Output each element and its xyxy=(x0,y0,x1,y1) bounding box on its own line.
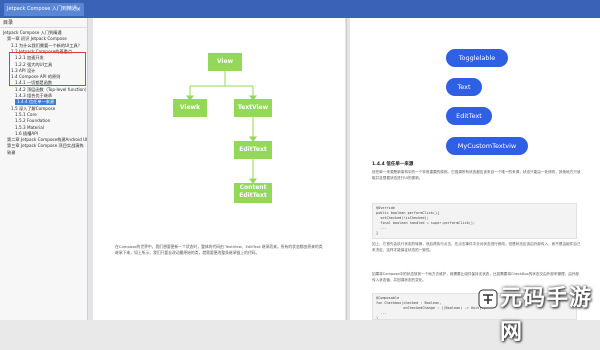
outline-item[interactable]: 1.5 深入了解Compose xyxy=(11,106,55,112)
tab-bar: Jetpack Compose 入门到精通 × xyxy=(0,0,600,18)
outline-item[interactable]: 第二章 Jetpack Compose构建Android UI xyxy=(7,137,87,143)
close-icon[interactable]: × xyxy=(76,3,81,16)
diagram-node-textview: TextView xyxy=(234,99,272,117)
outline-sidebar: 目录 Jetpack Compose 入门到精通 第一章 初识 Jetpack C… xyxy=(0,18,88,320)
outline-item[interactable]: 1.5.1 Core xyxy=(15,112,37,118)
left-paragraph: 在Compose的世界中，我们想要更新一个状态时，整体的代码由 TextView… xyxy=(115,244,323,255)
diagram-node-content-edittext: Content EditText xyxy=(234,183,272,203)
outline-header: 目录 xyxy=(0,18,87,28)
document-tab[interactable]: Jetpack Compose 入门到精通 × xyxy=(4,3,84,16)
tab-title: Jetpack Compose 入门到精通 xyxy=(7,6,77,12)
watermark-text: 元码手游网 xyxy=(500,286,593,345)
diagram-node-edittext: EditText xyxy=(234,141,272,159)
reader-window: Jetpack Compose 入门到精通 × 目录 Jetpack Compo… xyxy=(0,0,600,345)
outline-item[interactable]: 1.5.3 Material xyxy=(15,125,44,131)
outline-item[interactable]: 致谢 xyxy=(7,150,15,156)
pill-mycustomtextview: MyCustomTextviw xyxy=(446,137,528,155)
outline-item[interactable]: 1.4.3 组合优于继承 xyxy=(15,93,52,99)
diagram-node-view: View xyxy=(208,53,242,71)
outline-item[interactable]: Jetpack Compose 入门到精通 xyxy=(3,30,62,36)
section-paragraph-2: 如上，它首先会执行状态的转换，然后再执行点击，在点击事件中去对状态进行修改。但是… xyxy=(372,242,581,252)
highlight-box xyxy=(9,52,86,86)
outline-item[interactable]: 1.5.2 Foundation xyxy=(15,118,50,124)
outline-item[interactable]: 1.4.2 顶层函数（Top-level function） xyxy=(15,87,87,93)
outline-item[interactable]: 1.6 插槽API xyxy=(15,131,38,137)
section-paragraph-1: 信任单一来源是新架构中的一个非常重要的原则。它强调所有状态都应该来自一个唯一的来… xyxy=(372,170,581,180)
diagram-node-viewk: Viewk xyxy=(173,99,207,117)
outline-item-selected[interactable]: 1.4.4 信任单一来源 xyxy=(15,99,57,106)
page-divider xyxy=(346,18,347,320)
section-title: 1.4.4 信任单一来源 xyxy=(372,162,414,167)
page-right: Togglelable Text EditText MyCustomTextvi… xyxy=(350,18,600,320)
pill-togglelable: Togglelable xyxy=(446,49,508,67)
page-left: View Viewk TextView EditText Content Edi… xyxy=(93,18,345,320)
outline-item[interactable]: 第一章 初识 Jetpack Compose xyxy=(7,36,67,42)
pill-edittext: EditText xyxy=(446,107,492,125)
outline-item[interactable]: 第三章 Jetpack Compose 项目实战演练 xyxy=(7,143,84,149)
code-block-1: @Override public boolean performClick(){… xyxy=(372,203,577,239)
pill-text: Text xyxy=(446,78,482,96)
outline-item[interactable]: 1.1 为什么我们需要一个新的UI工具？ xyxy=(11,43,82,49)
